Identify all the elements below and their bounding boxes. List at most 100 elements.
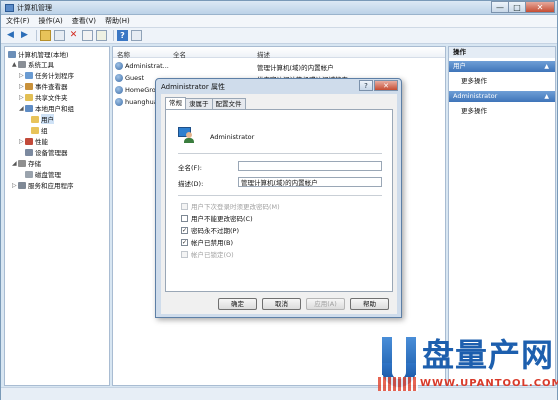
menu-help[interactable]: 帮助(H) <box>105 16 130 26</box>
export-list-icon[interactable] <box>96 30 107 41</box>
tree-node-disk-management[interactable]: 磁盘管理 <box>25 169 61 179</box>
tab-profile[interactable]: 配置文件 <box>211 98 246 109</box>
collapse-icon[interactable]: ▲ <box>544 61 549 72</box>
device-manager-icon <box>25 148 33 156</box>
dialog-button-row: 确定 取消 应用(A) 帮助 <box>218 298 394 310</box>
dialog-help-button[interactable]: ? <box>359 80 373 91</box>
checkbox-box[interactable]: ✓ <box>181 238 188 246</box>
forward-arrow-icon[interactable]: ▶ <box>19 30 30 41</box>
checkbox-box[interactable] <box>181 202 188 210</box>
user-name: Administrat... <box>125 62 169 70</box>
help-icon[interactable]: ? <box>117 30 128 41</box>
menu-action[interactable]: 操作(A) <box>39 16 63 26</box>
section-title: Administrator <box>453 92 498 100</box>
computer-icon <box>8 50 16 58</box>
toolbar-divider <box>113 30 114 41</box>
apply-button[interactable]: 应用(A) <box>306 298 345 310</box>
mmc-icon[interactable] <box>131 30 142 41</box>
menu-bar: 文件(F) 操作(A) 查看(V) 帮助(H) <box>1 15 557 28</box>
password-never-expires-checkbox[interactable]: ✓ 密码永不过期(P) <box>181 225 239 235</box>
shared-folder-icon <box>25 93 33 101</box>
help-button[interactable]: 帮助 <box>350 298 389 310</box>
computer-management-icon <box>5 4 14 12</box>
users-icon <box>25 104 33 112</box>
properties-icon[interactable] <box>82 30 93 41</box>
tree-node-event-viewer[interactable]: ▷ 事件查看器 <box>19 81 68 91</box>
checkbox-box[interactable] <box>181 250 188 258</box>
column-header-fullname[interactable]: 全名 <box>173 49 186 59</box>
user-account-icon <box>178 127 196 143</box>
ok-button[interactable]: 确定 <box>218 298 257 310</box>
tree-node-shared-folders[interactable]: ▷ 共享文件夹 <box>19 92 68 102</box>
tree-node-users[interactable]: 用户 <box>31 114 54 124</box>
tree-node-local-users-groups[interactable]: ◢ 本地用户和组 <box>19 103 74 113</box>
toolbar: ◀ ▶ ✕ ? <box>1 28 557 44</box>
more-actions-link[interactable]: 更多操作 <box>461 105 487 115</box>
user-name: Guest <box>125 74 145 82</box>
checkbox-label: 密码永不过期(P) <box>191 227 239 235</box>
tree-node-groups[interactable]: 组 <box>31 125 48 135</box>
must-change-password-checkbox[interactable]: 用户下次登录时须更改密码(M) <box>181 201 280 211</box>
collapse-icon[interactable]: ▲ <box>544 91 549 102</box>
tree-node-device-manager[interactable]: 设备管理器 <box>25 147 68 157</box>
more-actions-link[interactable]: 更多操作 <box>461 75 487 85</box>
back-arrow-icon[interactable]: ◀ <box>5 30 16 41</box>
tab-member-of[interactable]: 隶属于 <box>185 98 213 109</box>
tree-node-performance[interactable]: ▷ 性能 <box>19 136 48 146</box>
tree-node-root[interactable]: 计算机管理(本地) <box>8 49 69 59</box>
maximize-button[interactable]: □ <box>508 1 526 13</box>
cannot-change-password-checkbox[interactable]: 用户不能更改密码(C) <box>181 213 253 223</box>
disk-icon <box>25 170 33 178</box>
tree-node-services-apps[interactable]: ▷ 服务和应用程序 <box>12 180 74 190</box>
actions-section-users[interactable]: 用户 ▲ <box>449 61 555 72</box>
tree-node-label: 共享文件夹 <box>35 94 68 102</box>
actions-section-administrator[interactable]: Administrator ▲ <box>449 91 555 102</box>
cancel-button[interactable]: 取消 <box>262 298 301 310</box>
divider <box>178 153 382 154</box>
account-username: Administrator <box>210 133 255 141</box>
list-header: 名称 全名 描述 <box>113 47 445 59</box>
checkbox-label: 帐户已禁用(B) <box>191 239 234 247</box>
column-header-description[interactable]: 描述 <box>257 49 270 59</box>
title-bar: 计算机管理 — □ ✕ <box>1 1 557 15</box>
minimize-button[interactable]: — <box>491 1 509 13</box>
tree-node-label: 计算机管理(本地) <box>18 51 69 59</box>
account-disabled-checkbox[interactable]: ✓ 帐户已禁用(B) <box>181 237 233 247</box>
menu-view[interactable]: 查看(V) <box>72 16 96 26</box>
checkbox-box[interactable]: ✓ <box>181 226 188 234</box>
tree-node-system-tools[interactable]: ▲ 系统工具 <box>12 59 54 69</box>
user-icon <box>115 62 123 70</box>
fullname-label: 全名(F): <box>178 164 203 172</box>
tree-node-label: 设备管理器 <box>35 149 68 157</box>
watermark-stripe <box>378 377 418 391</box>
services-icon <box>18 181 26 189</box>
show-tree-icon[interactable] <box>54 30 65 41</box>
tree-node-label: 系统工具 <box>28 61 54 69</box>
list-item[interactable]: Administrat... 管理计算机(域)的内置帐户 <box>113 61 445 72</box>
section-title: 用户 <box>453 62 466 70</box>
up-folder-icon[interactable] <box>40 30 51 41</box>
dialog-title: Administrator 属性 <box>161 83 225 91</box>
dialog-close-button[interactable]: ✕ <box>374 80 398 91</box>
actions-header: 操作 <box>449 47 555 58</box>
divider <box>178 195 382 196</box>
close-button[interactable]: ✕ <box>525 1 555 13</box>
tab-general[interactable]: 常规 <box>165 97 186 109</box>
tree-node-label: 组 <box>41 127 48 135</box>
toolbar-divider <box>36 30 37 41</box>
user-icon <box>115 86 123 94</box>
tree-node-task-scheduler[interactable]: ▷ 任务计划程序 <box>19 70 74 80</box>
general-tab-panel: Administrator 全名(F): 描述(D): 用户下次登录时须更改密码… <box>165 109 393 292</box>
delete-icon[interactable]: ✕ <box>68 30 79 41</box>
user-icon <box>115 98 123 106</box>
tree-node-storage[interactable]: ◢ 存储 <box>12 158 41 168</box>
fullname-field[interactable] <box>238 161 382 171</box>
menu-file[interactable]: 文件(F) <box>6 16 30 26</box>
column-header-name[interactable]: 名称 <box>117 49 130 59</box>
tree-node-label: 性能 <box>35 138 48 146</box>
account-locked-checkbox[interactable]: 帐户已锁定(O) <box>181 249 234 259</box>
checkbox-box[interactable] <box>181 214 188 222</box>
clock-icon <box>25 71 33 79</box>
description-field[interactable] <box>238 177 382 187</box>
tree-node-label: 服务和应用程序 <box>28 182 74 190</box>
